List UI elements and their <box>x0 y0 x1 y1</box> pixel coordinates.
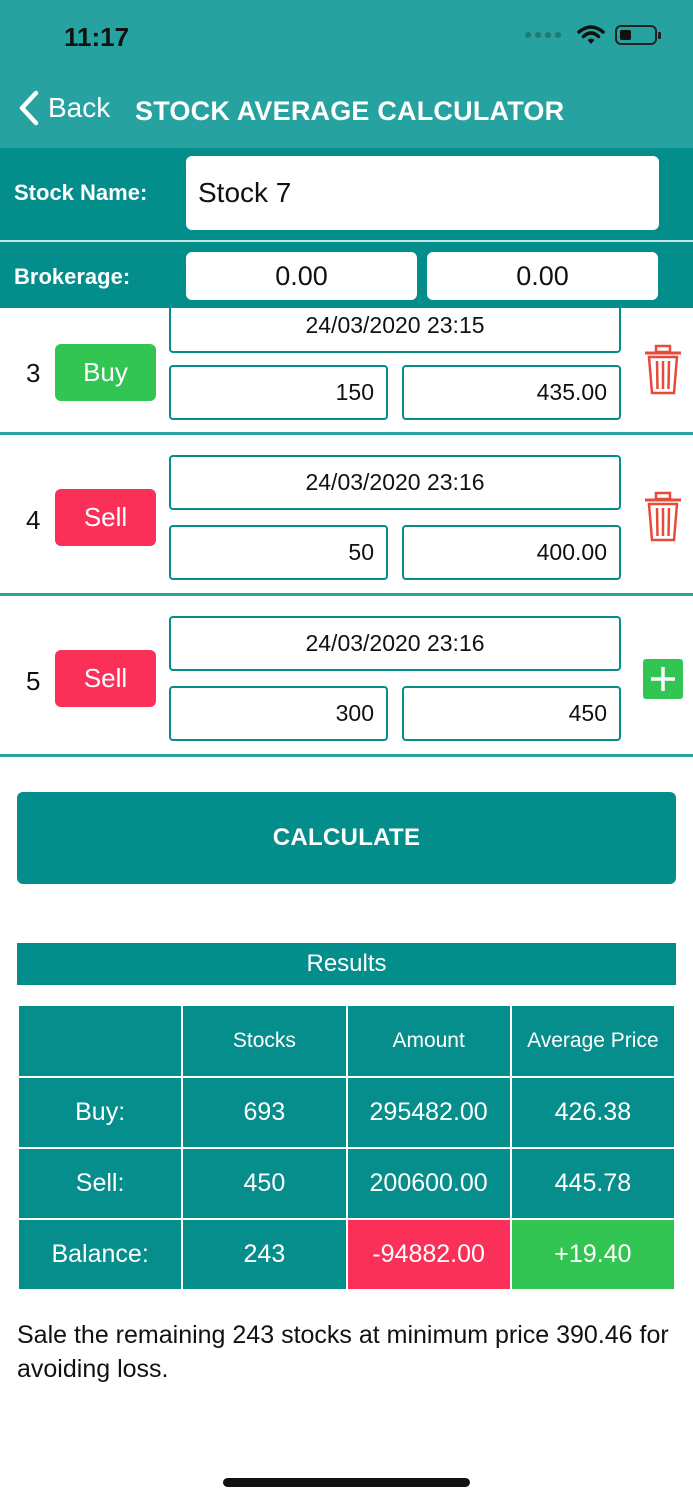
table-header-cell: Stocks <box>181 1004 348 1078</box>
table-cell: 295482.00 <box>345 1076 512 1149</box>
table-row: Balance: 243 -94882.00 +19.40 <box>16 1218 677 1291</box>
brokerage-row: Brokerage: 0.00 0.00 <box>0 240 693 308</box>
trade-date-field[interactable]: 24/03/2020 23:16 <box>169 616 621 671</box>
trade-index: 5 <box>26 666 41 696</box>
table-row: Sell: 450 200600.00 445.78 <box>16 1147 677 1220</box>
row-label: Sell: <box>16 1147 184 1220</box>
app-header: 11:17 Back STOCK AVERAGE CALCULATOR <box>0 0 693 148</box>
trade-index: 4 <box>26 505 41 535</box>
trade-row: 3 Buy 24/03/2020 23:15 150 435.00 <box>0 308 693 435</box>
table-cell: 426.38 <box>509 1076 677 1149</box>
battery-icon <box>615 25 661 45</box>
trade-type-button[interactable]: Sell <box>55 650 156 707</box>
table-header-cell: Average Price <box>509 1004 677 1078</box>
trade-quantity-field[interactable]: 300 <box>169 686 388 741</box>
table-row: Buy: 693 295482.00 426.38 <box>16 1076 677 1149</box>
stock-name-input[interactable]: Stock 7 <box>186 156 659 230</box>
trash-icon[interactable] <box>643 344 683 396</box>
results-title: Results <box>17 943 676 985</box>
home-indicator[interactable] <box>223 1478 470 1487</box>
table-cell: 450 <box>181 1147 348 1220</box>
nav-bar: Back STOCK AVERAGE CALCULATOR <box>0 82 693 138</box>
table-header-cell: Amount <box>345 1004 512 1078</box>
balance-average-cell: +19.40 <box>509 1218 677 1291</box>
trade-quantity-field[interactable]: 150 <box>169 365 388 420</box>
brokerage-sell-input[interactable]: 0.00 <box>427 252 658 300</box>
trade-row: 4 Sell 24/03/2020 23:16 50 400.00 <box>0 435 693 596</box>
results-table: Stocks Amount Average Price Buy: 693 295… <box>16 1004 677 1291</box>
result-note: Sale the remaining 243 stocks at minimum… <box>17 1321 669 1383</box>
trash-icon[interactable] <box>643 491 683 543</box>
table-header-row: Stocks Amount Average Price <box>16 1004 677 1078</box>
table-cell: 243 <box>181 1218 348 1291</box>
trade-list[interactable]: 3 Buy 24/03/2020 23:15 150 435.00 4 Sell… <box>0 308 693 760</box>
trade-date-field[interactable]: 24/03/2020 23:16 <box>169 455 621 510</box>
wifi-icon <box>577 25 605 44</box>
back-button[interactable]: Back <box>18 90 110 126</box>
trade-date-field[interactable]: 24/03/2020 23:15 <box>169 308 621 353</box>
stock-name-row: Stock Name: Stock 7 <box>0 148 693 240</box>
table-cell: 693 <box>181 1076 348 1149</box>
trade-price-field[interactable]: 450 <box>402 686 621 741</box>
table-cell: 445.78 <box>509 1147 677 1220</box>
trade-type-button[interactable]: Sell <box>55 489 156 546</box>
plus-icon <box>651 667 675 691</box>
calculate-button[interactable]: CALCULATE <box>17 792 676 884</box>
trade-price-field[interactable]: 400.00 <box>402 525 621 580</box>
trade-quantity-field[interactable]: 50 <box>169 525 388 580</box>
page-title: STOCK AVERAGE CALCULATOR <box>135 96 565 126</box>
chevron-left-icon <box>19 90 39 126</box>
status-time: 11:17 <box>64 22 130 52</box>
balance-amount-cell: -94882.00 <box>345 1218 512 1291</box>
back-label: Back <box>48 92 111 123</box>
cellular-signal-icon <box>525 32 561 38</box>
brokerage-label: Brokerage: <box>14 264 131 289</box>
table-header-cell <box>16 1004 184 1078</box>
trade-row: 5 Sell 24/03/2020 23:16 300 450 <box>0 596 693 757</box>
brokerage-buy-input[interactable]: 0.00 <box>186 252 417 300</box>
trade-price-field[interactable]: 435.00 <box>402 365 621 420</box>
table-cell: 200600.00 <box>345 1147 512 1220</box>
trade-index: 3 <box>26 358 41 388</box>
trade-type-button[interactable]: Buy <box>55 344 156 401</box>
stock-name-label: Stock Name: <box>14 180 148 205</box>
add-trade-button[interactable] <box>643 659 683 699</box>
row-label: Balance: <box>16 1218 184 1291</box>
status-icons <box>525 24 661 46</box>
row-label: Buy: <box>16 1076 184 1149</box>
